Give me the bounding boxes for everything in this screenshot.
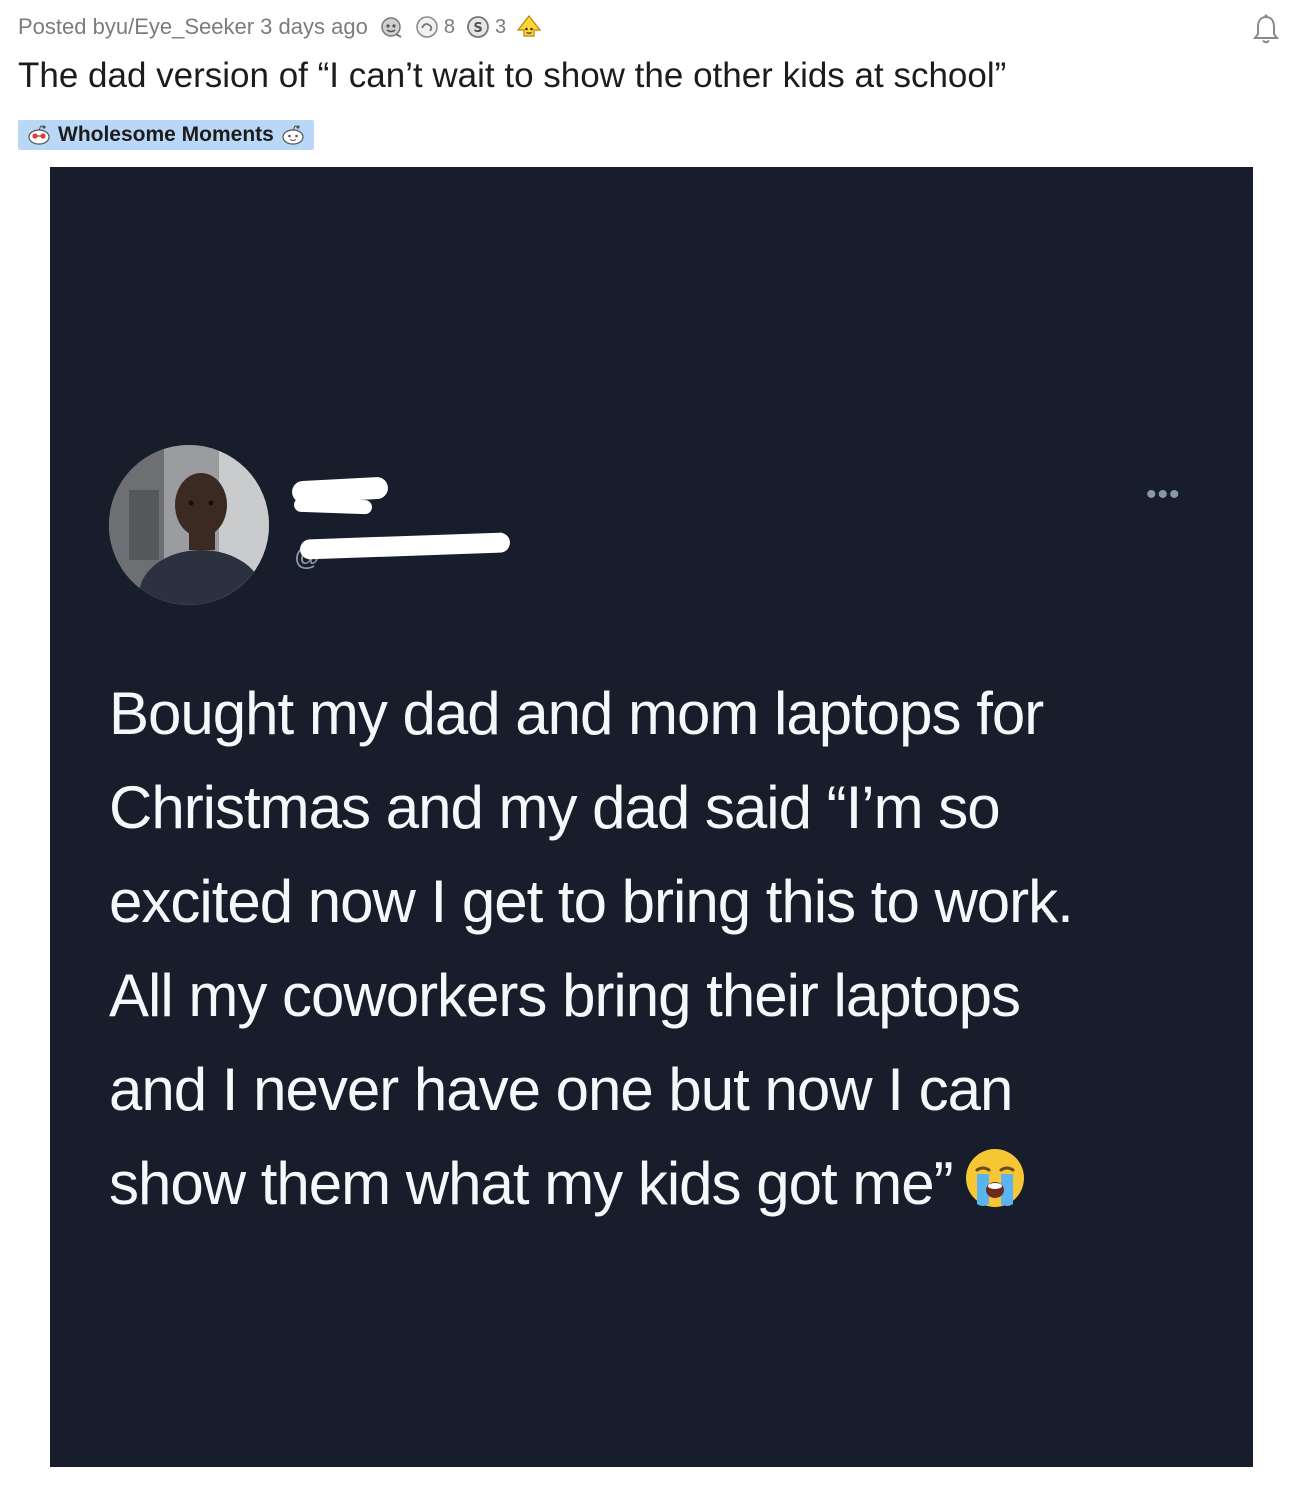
tweet-avatar (109, 445, 269, 605)
award-silver[interactable]: S 3 (465, 14, 506, 40)
rocket-like-award-icon (516, 15, 542, 37)
more-options-icon[interactable]: ••• (1146, 480, 1181, 510)
wholesome-award-icon (381, 17, 402, 38)
snoo-outline-icon (282, 125, 304, 145)
award-rocket-like[interactable] (516, 14, 542, 40)
award-count: 8 (443, 15, 455, 38)
posted-by-prefix: Posted by (18, 14, 116, 39)
tweet-text-last-line: show them what my kids got me” (109, 1137, 1209, 1231)
award-helpful[interactable]: 8 (414, 14, 455, 40)
post-title[interactable]: The dad version of “I can’t wait to show… (18, 56, 1006, 96)
author-link[interactable]: u/Eye_Seeker (116, 14, 254, 40)
svg-text:S: S (473, 21, 482, 36)
silver-coin-award-icon: S (467, 16, 489, 38)
loudly-crying-face-icon (965, 1149, 1024, 1207)
posted-by: Posted by u/Eye_Seeker 3 days ago (18, 14, 368, 40)
tweet-text-line: and I never have one but now I can (109, 1056, 1013, 1123)
tweet-text: Bought my dad and mom laptops for Christ… (109, 667, 1209, 1231)
helpful-award-icon (416, 16, 438, 38)
post-flair[interactable]: Wholesome Moments (18, 120, 314, 150)
flair-label: Wholesome Moments (58, 123, 274, 146)
post-time[interactable]: 3 days ago (260, 14, 368, 40)
profile-photo-icon (109, 445, 269, 605)
redaction-mark (293, 497, 373, 515)
post-meta: Posted by u/Eye_Seeker 3 days ago 8 S 3 (18, 10, 542, 44)
sunglasses-snoo-icon (28, 125, 50, 145)
tweet-text-line: Bought my dad and mom laptops for (109, 680, 1044, 747)
post-image-tweet-screenshot[interactable]: @ ••• Bought my dad and mom laptops for … (50, 167, 1253, 1467)
award-count: 3 (494, 15, 507, 38)
tweet-text-line: Christmas and my dad said “I’m so (109, 774, 1001, 841)
notification-bell-icon[interactable] (1248, 12, 1284, 48)
tweet-text-line: show them what my kids got me” (109, 1150, 954, 1217)
tweet-text-line: All my coworkers bring their laptops (109, 962, 1021, 1029)
tweet-text-line: excited now I get to bring this to work. (109, 868, 1074, 935)
redaction-mark (299, 532, 511, 560)
award-wholesome[interactable] (378, 14, 404, 40)
